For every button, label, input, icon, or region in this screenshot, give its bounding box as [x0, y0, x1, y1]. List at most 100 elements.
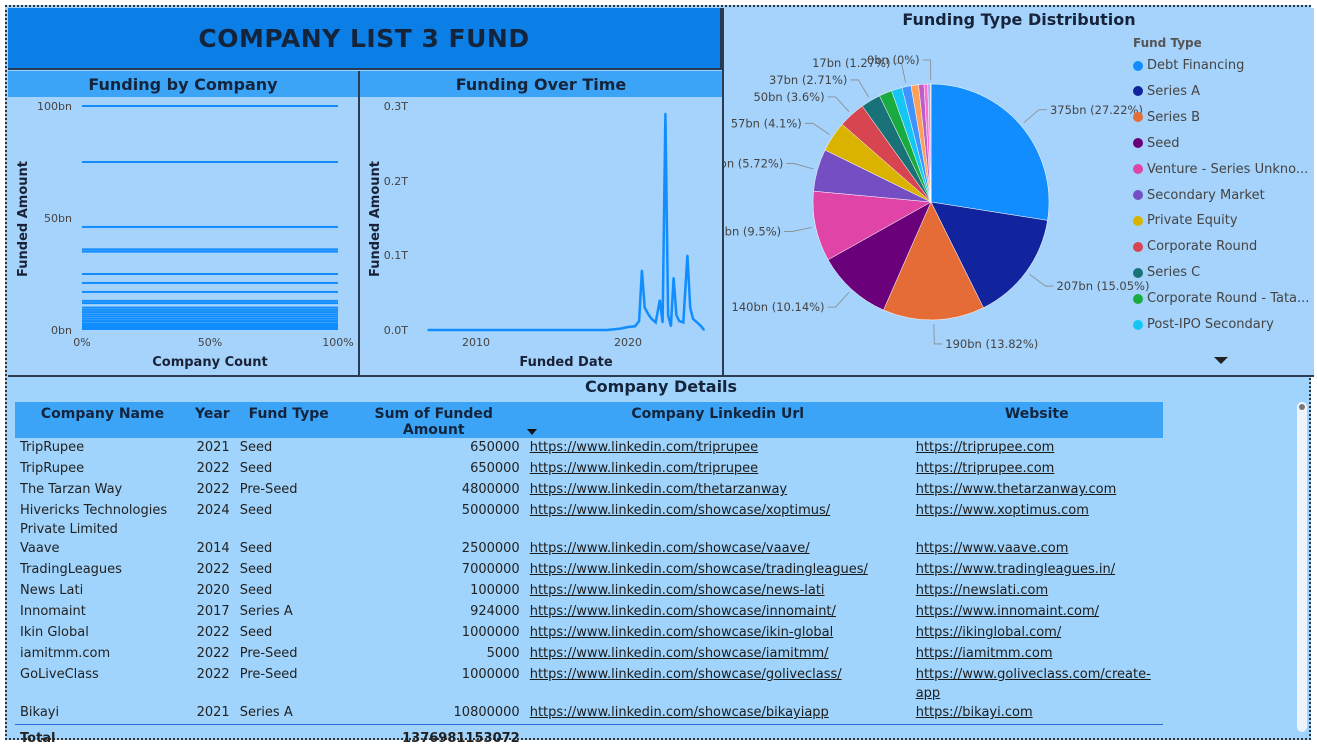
col-linkedin[interactable]: Company Linkedin Url [525, 402, 911, 438]
col-year[interactable]: Year [190, 402, 235, 438]
table-row[interactable]: Vaave2014Seed2500000https://www.linkedin… [15, 539, 1163, 560]
table-scrollbar[interactable] [1297, 402, 1307, 732]
fbc-bar[interactable] [82, 302, 338, 304]
cell-website-link[interactable]: https://www.xoptimus.com [911, 501, 1163, 539]
table-row[interactable]: TripRupee2022Seed650000https://www.linke… [15, 459, 1163, 480]
cell-website-link[interactable]: https://bikayi.com [911, 703, 1163, 725]
fot-point[interactable] [641, 269, 643, 271]
fot-point[interactable] [678, 320, 680, 322]
cell-linkedin-link[interactable]: https://www.linkedin.com/showcase/innoma… [525, 602, 911, 623]
col-sum-funded[interactable]: Sum of Funded Amount [343, 402, 525, 438]
fbc-bar[interactable] [82, 311, 338, 313]
fbc-bar[interactable] [82, 322, 338, 324]
table-scrollbar-thumb[interactable] [1299, 404, 1305, 410]
cell-linkedin-link[interactable]: https://www.linkedin.com/showcase/xoptim… [525, 501, 911, 539]
cell-website-link[interactable]: https://triprupee.com [911, 459, 1163, 480]
cell-website-link[interactable]: https://www.thetarzanway.com [911, 480, 1163, 501]
cell-website-link[interactable]: https://www.tradingleagues.in/ [911, 560, 1163, 581]
funding-over-time-visual[interactable]: Funding Over Time 0.3T 0.2T 0.1T 0.0T 20… [360, 71, 722, 375]
fot-point[interactable] [703, 329, 705, 331]
legend-item[interactable]: Series B [1133, 110, 1200, 125]
sort-desc-icon[interactable] [527, 429, 537, 435]
fot-point[interactable] [670, 325, 672, 327]
fot-point[interactable] [692, 318, 694, 320]
funding-by-company-chart[interactable]: 100bn 50bn 0bn 0% 50% 100% Company Count… [8, 71, 358, 375]
legend-item[interactable]: Venture - Series Unkno... [1133, 162, 1308, 177]
cell-linkedin-link[interactable]: https://www.linkedin.com/showcase/ikin-g… [525, 623, 911, 644]
cell-linkedin-link[interactable]: https://www.linkedin.com/showcase/tradin… [525, 560, 911, 581]
fot-point[interactable] [676, 314, 678, 316]
funding-by-company-visual[interactable]: Funding by Company 100bn 50bn 0bn 0% 50%… [8, 71, 358, 375]
cell-website-link[interactable]: https://www.goliveclass.com/create-app [911, 665, 1163, 703]
col-website[interactable]: Website [911, 402, 1163, 438]
fbc-bar[interactable] [82, 161, 338, 163]
cell-website-link[interactable]: https://ikinglobal.com/ [911, 623, 1163, 644]
cell-website-link[interactable]: https://iamitmm.com [911, 644, 1163, 665]
table-row[interactable]: GoLiveClass2022Pre-Seed1000000https://ww… [15, 665, 1163, 703]
fot-point[interactable] [627, 326, 629, 328]
fbc-bar[interactable] [82, 273, 338, 275]
legend-item[interactable]: Series C [1133, 265, 1200, 280]
col-fund-type[interactable]: Fund Type [235, 402, 343, 438]
funding-over-time-chart[interactable]: 0.3T 0.2T 0.1T 0.0T 2010 2020 Funded Dat… [360, 71, 722, 375]
table-row[interactable]: Hivericks Technologies Private Limited20… [15, 501, 1163, 539]
fbc-bar[interactable] [82, 307, 338, 309]
fbc-bar[interactable] [82, 320, 338, 322]
company-details-table[interactable]: Company Name Year Fund Type Sum of Funde… [15, 402, 1163, 750]
fot-point[interactable] [634, 325, 636, 327]
fot-point[interactable] [687, 255, 689, 257]
cell-linkedin-link[interactable]: https://www.linkedin.com/triprupee [525, 459, 911, 480]
legend-item[interactable]: Post-IPO Secondary [1133, 317, 1274, 332]
fbc-bar-base[interactable] [82, 323, 338, 330]
fbc-bar[interactable] [82, 248, 338, 250]
cell-website-link[interactable]: https://www.vaave.com [911, 539, 1163, 560]
table-row[interactable]: iamitmm.com2022Pre-Seed5000https://www.l… [15, 644, 1163, 665]
cell-linkedin-link[interactable]: https://www.linkedin.com/showcase/golive… [525, 665, 911, 703]
legend-item[interactable]: Private Equity [1133, 213, 1238, 228]
fot-series-line[interactable] [428, 114, 704, 331]
table-row[interactable]: The Tarzan Way2022Pre-Seed4800000https:/… [15, 480, 1163, 501]
fot-point[interactable] [648, 314, 650, 316]
fbc-bar[interactable] [82, 251, 338, 253]
fbc-bar[interactable] [82, 282, 338, 284]
legend-item[interactable]: Seed [1133, 136, 1180, 151]
legend-item[interactable]: Debt Financing [1133, 58, 1244, 73]
cell-website-link[interactable]: https://newslati.com [911, 581, 1163, 602]
fot-point[interactable] [683, 322, 685, 324]
fot-point[interactable] [689, 307, 691, 309]
fot-point[interactable] [607, 329, 609, 331]
table-row[interactable]: TripRupee2021Seed650000https://www.linke… [15, 438, 1163, 459]
fot-point[interactable] [427, 329, 429, 331]
fot-point[interactable] [667, 314, 669, 316]
fot-point[interactable] [665, 113, 667, 115]
fbc-bar[interactable] [82, 309, 338, 311]
fbc-bar[interactable] [82, 316, 338, 318]
pie-slice[interactable] [931, 84, 1049, 220]
fot-point[interactable] [662, 322, 664, 324]
fbc-bar[interactable] [82, 318, 338, 320]
fot-point[interactable] [620, 328, 622, 330]
fbc-bar[interactable] [82, 105, 338, 107]
fbc-bar[interactable] [82, 313, 338, 315]
table-row[interactable]: Ikin Global2022Seed1000000https://www.li… [15, 623, 1163, 644]
legend-item[interactable]: Secondary Market [1133, 188, 1265, 203]
cell-linkedin-link[interactable]: https://www.linkedin.com/showcase/vaave/ [525, 539, 911, 560]
table-row[interactable]: TradingLeagues2022Seed7000000https://www… [15, 560, 1163, 581]
cell-website-link[interactable]: https://triprupee.com [911, 438, 1163, 459]
legend-scroll-down-icon[interactable] [1214, 357, 1228, 364]
fot-point[interactable] [655, 322, 657, 324]
fbc-bar[interactable] [82, 291, 338, 293]
legend-item[interactable]: Series A [1133, 84, 1200, 99]
fbc-bar[interactable] [82, 325, 338, 327]
fot-point[interactable] [700, 325, 702, 327]
table-row[interactable]: News Lati2020Seed100000https://www.linke… [15, 581, 1163, 602]
fbc-bar[interactable] [82, 300, 338, 302]
fbc-bar[interactable] [82, 327, 338, 329]
fot-point[interactable] [638, 320, 640, 322]
fot-point[interactable] [696, 322, 698, 324]
table-row[interactable]: Bikayi2021Series A10800000https://www.li… [15, 703, 1163, 725]
cell-website-link[interactable]: https://www.innomaint.com/ [911, 602, 1163, 623]
legend-item[interactable]: Corporate Round [1133, 239, 1257, 254]
fot-point[interactable] [673, 277, 675, 279]
fot-point[interactable] [644, 307, 646, 309]
